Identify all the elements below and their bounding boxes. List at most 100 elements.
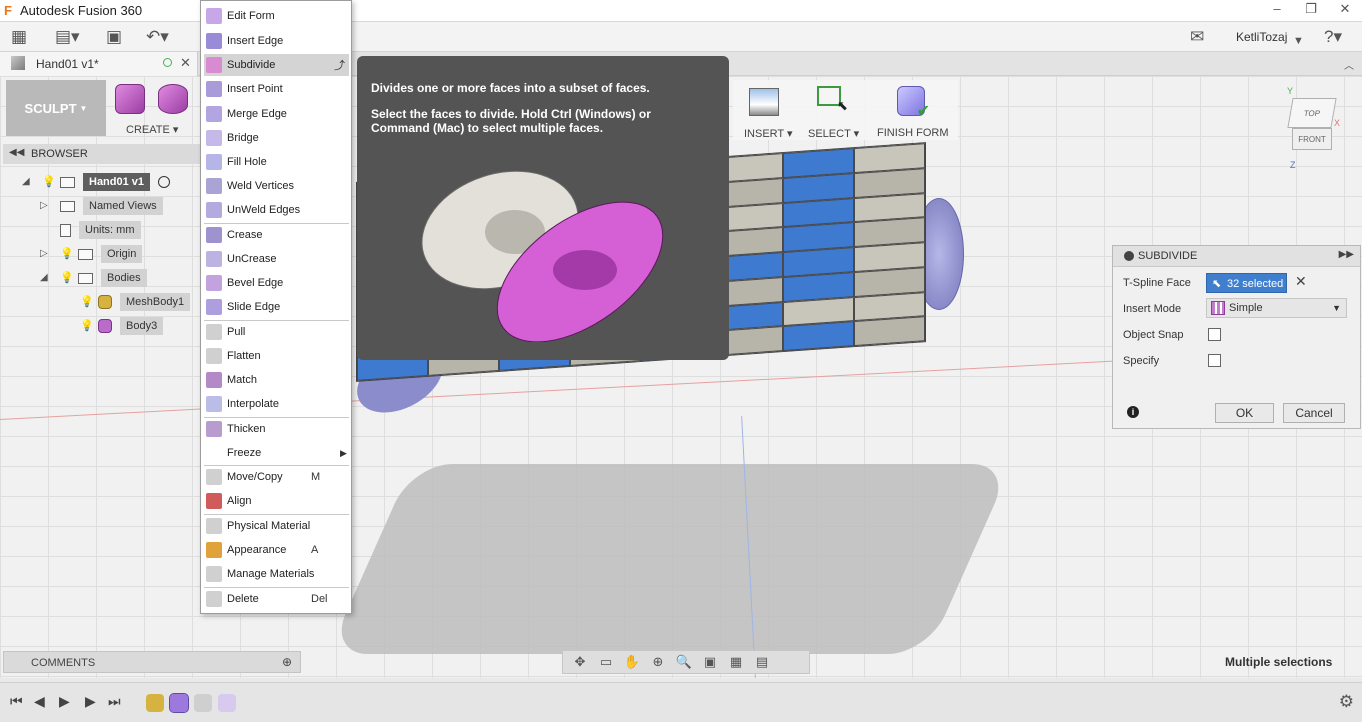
step-back-icon[interactable]: ◀ — [34, 693, 45, 710]
collapse-dialog-icon[interactable] — [1124, 251, 1134, 261]
tree-item-meshbody[interactable]: 💡 MeshBody1 — [80, 293, 191, 311]
go-to-start-icon[interactable]: ⏮ — [10, 693, 23, 710]
clear-selection-icon[interactable]: ✕ — [1295, 273, 1307, 290]
insert-mode-select[interactable]: Simple ▼ — [1206, 298, 1347, 318]
tree-item-origin[interactable]: 💡 Origin — [60, 245, 143, 263]
menu-item-interpolate[interactable]: Interpolate — [204, 393, 349, 415]
ok-button[interactable]: OK — [1215, 403, 1274, 423]
save-icon[interactable]: ▣ — [106, 27, 122, 47]
menu-item-manage-materials[interactable]: Manage Materials — [204, 563, 349, 585]
expand-root-icon[interactable]: ◢ — [22, 176, 30, 187]
fit-icon[interactable]: 🔍 — [673, 654, 695, 670]
create-box-icon[interactable] — [115, 84, 145, 114]
specify-checkbox[interactable] — [1208, 354, 1221, 367]
view-cube[interactable]: Y X TOP FRONT Z — [1287, 86, 1340, 170]
add-comment-icon[interactable]: ⊕ — [282, 655, 292, 669]
menu-item-align[interactable]: Align — [204, 490, 349, 512]
tspline-face[interactable] — [783, 321, 854, 352]
insert-menu[interactable]: INSERT ▾ — [744, 127, 793, 140]
close-tab-icon[interactable]: ✕ — [180, 55, 191, 71]
menu-item-insert-point[interactable]: Insert Point — [204, 78, 349, 100]
menu-item-freeze[interactable]: Freeze ▶ — [204, 442, 349, 464]
menu-item-flatten[interactable]: Flatten — [204, 345, 349, 367]
visibility-bulb-icon[interactable]: 💡 — [60, 247, 74, 261]
go-to-end-icon[interactable]: ⏭ — [108, 693, 121, 710]
notifications-icon[interactable]: ✉ — [1190, 27, 1204, 47]
maximize-icon[interactable]: ❐ — [1294, 0, 1328, 20]
visibility-bulb-icon[interactable]: 💡 — [42, 175, 56, 189]
tree-item-body3[interactable]: 💡 Body3 — [80, 317, 164, 335]
view-cube-front[interactable]: FRONT — [1292, 128, 1332, 150]
timeline-form-feature-2[interactable] — [218, 694, 236, 712]
visibility-bulb-icon[interactable]: 💡 — [60, 271, 74, 285]
menu-item-bridge[interactable]: Bridge — [204, 127, 349, 149]
step-forward-icon[interactable]: ▶ — [59, 693, 70, 710]
finish-form-icon[interactable] — [897, 86, 930, 121]
look-at-icon[interactable]: ▭ — [595, 654, 617, 670]
grid-settings-icon[interactable]: ▦ — [725, 654, 747, 670]
menu-item-uncrease[interactable]: UnCrease — [204, 248, 349, 270]
tspline-face[interactable] — [854, 316, 925, 347]
menu-item-fill-hole[interactable]: Fill Hole — [204, 151, 349, 173]
menu-item-pull[interactable]: Pull — [204, 321, 349, 343]
collapse-browser-icon[interactable]: ◀◀ — [9, 147, 24, 158]
settings-gear-icon[interactable]: ⚙ — [1339, 692, 1354, 712]
insert-canvas-icon[interactable] — [749, 88, 779, 116]
user-dropdown-icon[interactable]: ▼ — [1293, 31, 1304, 51]
menu-item-bevel-edge[interactable]: Bevel Edge — [204, 272, 349, 294]
timeline-mesh-feature[interactable] — [146, 694, 164, 712]
minimize-icon[interactable]: – — [1260, 0, 1294, 20]
menu-item-slide-edge[interactable]: Slide Edge — [204, 296, 349, 318]
menu-item-thicken[interactable]: Thicken — [204, 418, 349, 440]
create-menu[interactable]: CREATE ▾ — [126, 123, 178, 136]
menu-item-merge-edge[interactable]: Merge Edge — [204, 103, 349, 125]
menu-item-subdivide[interactable]: Subdivide ⤴ — [204, 54, 349, 76]
expand-bodies-icon[interactable]: ◢ — [40, 272, 48, 283]
collapse-toolbar-icon[interactable]: ︿ — [1344, 57, 1354, 72]
tree-item-named-views[interactable]: Named Views — [60, 197, 163, 215]
user-account-menu[interactable]: KetliTozaj — [1236, 30, 1287, 44]
select-menu[interactable]: SELECT ▾ — [808, 127, 859, 140]
menu-item-match[interactable]: Match — [204, 369, 349, 391]
expand-named-views-icon[interactable]: ▷ — [40, 200, 48, 211]
menu-item-move-copy[interactable]: Move/Copy M — [204, 466, 349, 488]
dialog-header[interactable]: SUBDIVIDE ▶▶ — [1113, 246, 1360, 267]
menu-item-appearance[interactable]: Appearance A — [204, 539, 349, 561]
menu-item-unweld-edges[interactable]: UnWeld Edges — [204, 199, 349, 221]
tree-item-bodies[interactable]: 💡 Bodies — [60, 269, 147, 287]
undo-icon[interactable]: ↶▾ — [146, 27, 169, 47]
close-window-icon[interactable]: ✕ — [1328, 0, 1362, 20]
document-tab[interactable]: Hand01 v1* ✕ — [0, 52, 198, 76]
finish-form-button[interactable]: FINISH FORM — [877, 127, 949, 139]
menu-item-edit-form[interactable]: Edit Form — [204, 5, 349, 27]
browser-panel-header[interactable]: ◀◀ BROWSER — [3, 144, 200, 164]
pan-icon[interactable]: ✋ — [621, 654, 643, 670]
visibility-bulb-icon[interactable]: 💡 — [80, 319, 94, 333]
cancel-button[interactable]: Cancel — [1283, 403, 1345, 423]
comments-panel[interactable]: COMMENTS ⊕ — [3, 651, 301, 673]
create-cylinder-icon[interactable] — [158, 84, 188, 114]
orbit-icon[interactable]: ✥ — [569, 654, 591, 670]
object-snap-checkbox[interactable] — [1208, 328, 1221, 341]
timeline-form-feature[interactable] — [169, 693, 189, 713]
tspline-face-selection[interactable]: ⬉ 32 selected — [1206, 273, 1287, 293]
view-cube-top[interactable]: TOP — [1287, 98, 1337, 128]
display-settings-icon[interactable]: ▣ — [699, 654, 721, 670]
menu-item-physical-material[interactable]: Physical Material — [204, 515, 349, 537]
menu-item-delete[interactable]: Delete Del — [204, 588, 349, 610]
menu-item-insert-edge[interactable]: Insert Edge — [204, 30, 349, 52]
expand-dialog-icon[interactable]: ▶▶ — [1339, 249, 1354, 260]
timeline-canvas-feature[interactable] — [194, 694, 212, 712]
info-icon[interactable]: i — [1127, 406, 1139, 418]
tree-item-root[interactable]: 💡 Hand01 v1 — [42, 173, 171, 191]
zoom-icon[interactable]: ⊕ — [647, 654, 669, 670]
activate-radio-icon[interactable] — [158, 176, 171, 188]
help-icon[interactable]: ?▾ — [1324, 27, 1342, 47]
workspace-switcher[interactable]: SCULPT ▼ — [6, 80, 106, 136]
file-menu-icon[interactable]: ▤▾ — [55, 27, 80, 47]
expand-origin-icon[interactable]: ▷ — [40, 248, 48, 259]
menu-item-weld-vertices[interactable]: Weld Vertices — [204, 175, 349, 197]
menu-item-crease[interactable]: Crease — [204, 224, 349, 246]
play-icon[interactable]: ▶ — [85, 693, 96, 710]
viewports-icon[interactable]: ▤ — [751, 654, 773, 670]
